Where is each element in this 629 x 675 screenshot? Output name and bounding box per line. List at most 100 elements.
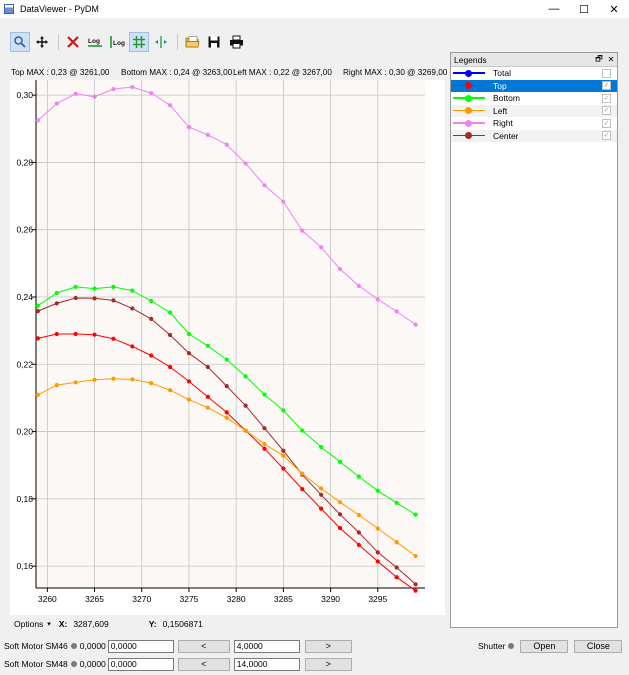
step-plus-button[interactable]: >: [304, 639, 352, 653]
data-point-left: [262, 441, 267, 447]
legend-visibility-checkbox[interactable]: ✓: [602, 131, 611, 140]
open-config-button[interactable]: [182, 32, 202, 52]
data-point-right: [394, 309, 399, 314]
x-coordinate-label: X:: [58, 619, 68, 629]
data-point-center: [375, 550, 380, 555]
clear-plot-button[interactable]: [63, 32, 83, 52]
data-point-bottom: [92, 286, 97, 291]
float-dock-icon[interactable]: 🗗: [593, 53, 605, 67]
data-point-right: [92, 94, 97, 99]
data-point-center: [243, 403, 248, 408]
legend-item-bottom[interactable]: Bottom ✓: [451, 92, 617, 105]
legend-item-left[interactable]: Left ✓: [451, 104, 617, 117]
data-point-top: [300, 486, 305, 492]
motor-setpoint-input[interactable]: [107, 657, 174, 671]
y-tick-label: 0,28: [16, 157, 33, 167]
data-point-right: [300, 228, 305, 233]
legend-visibility-checkbox[interactable]: [602, 68, 611, 78]
data-point-left: [92, 377, 97, 382]
data-point-bottom: [356, 474, 362, 479]
data-point-center: [281, 448, 286, 453]
data-point-left: [319, 486, 324, 491]
step-plus-button[interactable]: >: [304, 657, 352, 671]
motor-setpoint-input[interactable]: [107, 639, 174, 653]
shutter-status-led-icon: [508, 643, 515, 649]
legend-label: Right: [493, 118, 513, 129]
line-plot[interactable]: 3260 3265 3270 3275 3280 3285 3290 3295 0,16 0,18…: [10, 80, 445, 615]
log-y-icon: Log: [110, 36, 125, 48]
data-point-top: [394, 575, 399, 580]
minimize-button[interactable]: —: [539, 0, 569, 18]
step-size-input[interactable]: [233, 657, 300, 671]
y-tick-label: 0,16: [16, 561, 33, 571]
data-point-center: [356, 530, 362, 535]
close-button[interactable]: ✕: [599, 0, 629, 18]
toggle-grid-button[interactable]: [129, 32, 149, 52]
data-point-right: [167, 103, 173, 108]
data-point-right: [35, 118, 40, 123]
data-point-top: [73, 331, 78, 337]
motor-readback: 0,0000: [79, 641, 106, 651]
legend-visibility-checkbox[interactable]: ✓: [602, 81, 611, 90]
legend-item-total[interactable]: Total: [451, 67, 617, 80]
data-point-left: [375, 526, 380, 531]
data-point-top: [356, 542, 362, 548]
data-point-left: [300, 471, 305, 476]
options-arrow-icon[interactable]: ▾: [47, 620, 51, 628]
zoom-tool-button[interactable]: [10, 32, 30, 52]
floppy-disk-icon: [208, 36, 220, 48]
data-point-center: [111, 298, 116, 303]
data-point-bottom: [54, 290, 59, 296]
title-bar: DataViewer - PyDM — ☐ ✕: [0, 0, 629, 18]
data-point-top: [111, 336, 116, 341]
options-label[interactable]: Options: [14, 619, 43, 629]
data-point-bottom: [281, 408, 286, 413]
shutter-open-button[interactable]: Open: [520, 639, 569, 653]
data-point-right: [337, 266, 343, 272]
plot-toolbar: Log Log: [10, 32, 248, 52]
log-x-button[interactable]: Log: [85, 32, 105, 52]
y-tick-label: 0,20: [16, 427, 33, 437]
maximize-button[interactable]: ☐: [569, 0, 599, 18]
data-point-right: [205, 132, 210, 137]
data-point-center: [92, 296, 97, 301]
step-size-input[interactable]: [233, 639, 300, 653]
log-y-text: Log: [113, 40, 125, 47]
legend-swatch: [453, 93, 485, 103]
data-point-left: [413, 553, 418, 559]
save-button[interactable]: [204, 32, 224, 52]
legend-swatch: [453, 81, 485, 91]
left-max-label: Left MAX : 0,22 @ 3267,00: [233, 68, 332, 77]
legend-item-top[interactable]: Top ✓: [451, 79, 617, 92]
folder-icon: [185, 36, 199, 48]
data-point-bottom: [394, 500, 399, 505]
shutter-close-button[interactable]: Close: [574, 639, 623, 653]
legend-list: Total Top ✓ Bottom ✓ Left ✓ Right ✓ Center ✓: [451, 67, 617, 142]
pan-tool-button[interactable]: [32, 32, 52, 52]
step-minus-button[interactable]: <: [177, 657, 230, 671]
data-point-top: [319, 506, 324, 511]
log-x-icon: Log: [88, 38, 102, 47]
legend-panel: Legends 🗗 ✕ Total Top ✓ Bottom ✓ Left ✓ Right ✓ C…: [450, 52, 618, 628]
crosshair-button[interactable]: [151, 32, 171, 52]
step-minus-button[interactable]: <: [177, 639, 230, 653]
log-x-text: Log: [88, 38, 100, 45]
log-y-button[interactable]: Log: [107, 32, 127, 52]
data-point-top: [337, 526, 343, 531]
shutter-label: Shutter: [478, 641, 506, 651]
plot-widget[interactable]: 3260 3265 3270 3275 3280 3285 3290 3295 0,16 0,18…: [10, 80, 445, 615]
print-button[interactable]: [226, 32, 246, 52]
data-point-right: [111, 86, 116, 92]
legend-item-center[interactable]: Center ✓: [451, 129, 617, 142]
data-point-right: [186, 124, 192, 130]
legend-visibility-checkbox[interactable]: ✓: [602, 118, 611, 128]
close-dock-icon[interactable]: ✕: [605, 55, 617, 64]
legend-visibility-checkbox[interactable]: ✓: [602, 106, 611, 115]
x-coordinate-value: 3287,609: [73, 619, 109, 629]
legend-item-right[interactable]: Right ✓: [451, 117, 617, 130]
status-led-icon: [70, 643, 77, 649]
data-point-left: [73, 380, 78, 385]
legend-visibility-checkbox[interactable]: ✓: [602, 93, 611, 103]
data-point-right: [356, 283, 362, 288]
legend-label: Left: [493, 105, 508, 116]
